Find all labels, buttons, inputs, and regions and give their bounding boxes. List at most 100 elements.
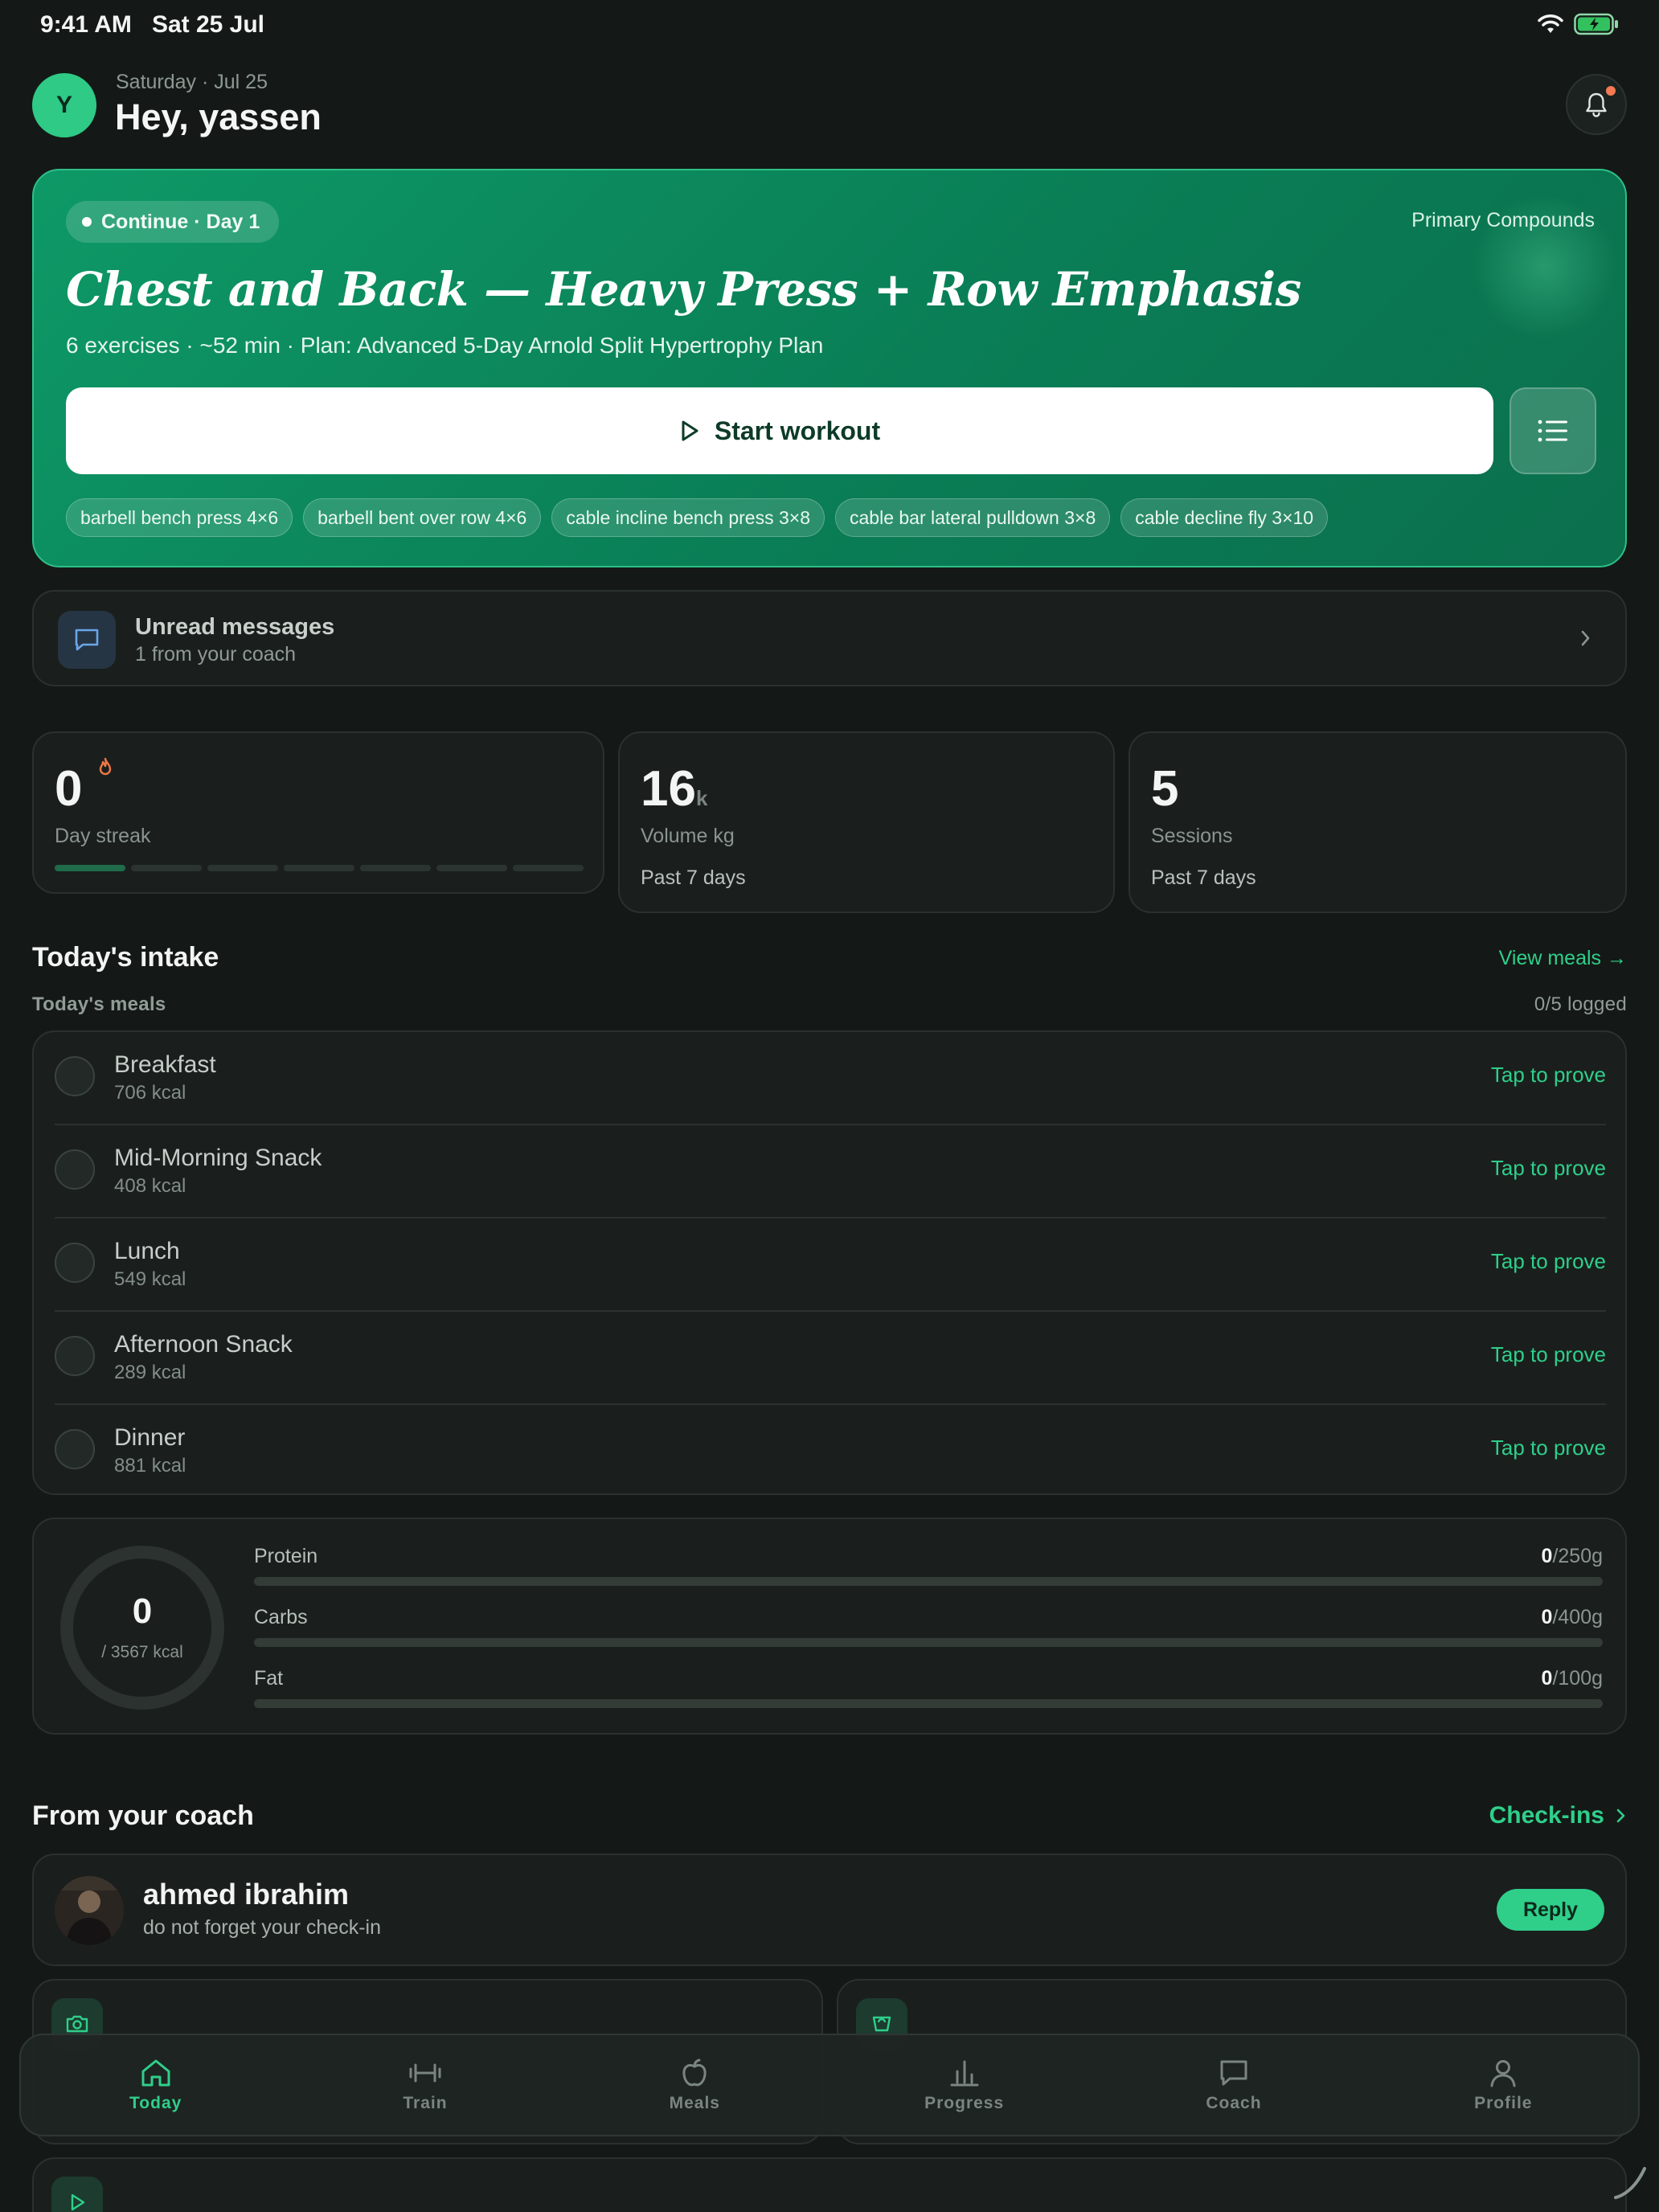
battery-charging-icon: [1574, 13, 1618, 35]
message-icon-tile: [58, 611, 116, 669]
macro-value: 0/400g: [1542, 1606, 1603, 1629]
home-icon: [141, 2059, 170, 2087]
avatar[interactable]: Y: [32, 73, 96, 137]
reply-button[interactable]: Reply: [1497, 1889, 1604, 1931]
calories-consumed: 0: [132, 1591, 153, 1631]
meal-kcal: 706 kcal: [114, 1082, 186, 1104]
macros-card: 0 / 3567 kcal Protein 0/250g Carbs 0/400…: [32, 1518, 1627, 1735]
exercise-chip[interactable]: barbell bench press 4×6: [66, 498, 293, 537]
meal-kcal: 549 kcal: [114, 1268, 186, 1290]
meal-row-mid-morning-snack[interactable]: Mid-Morning Snack 408 kcal Tap to prove: [55, 1125, 1606, 1219]
meal-checkbox[interactable]: [55, 1056, 95, 1096]
sessions-card: 5 Sessions Past 7 days: [1129, 731, 1627, 913]
meal-row-breakfast[interactable]: Breakfast 706 kcal Tap to prove: [55, 1032, 1606, 1125]
status-time-text: 9:41 AM: [40, 11, 132, 38]
meal-row-afternoon-snack[interactable]: Afternoon Snack 289 kcal Tap to prove: [55, 1312, 1606, 1405]
coach-avatar: [55, 1876, 124, 1945]
macro-label: Protein: [254, 1545, 318, 1567]
exercise-chip[interactable]: cable incline bench press 3×8: [551, 498, 825, 537]
macro-target: /100g: [1552, 1667, 1603, 1690]
bottom-tab-bar: Today Train Meals Progress Coach Profile: [19, 2034, 1640, 2136]
streak-day-bar: [360, 865, 431, 871]
meal-row-dinner[interactable]: Dinner 881 kcal Tap to prove: [55, 1405, 1606, 1498]
volume-label: Volume kg: [641, 825, 735, 847]
macro-target: /250g: [1552, 1545, 1603, 1567]
tab-meals[interactable]: Meals: [560, 2035, 830, 2135]
video-card[interactable]: [32, 2157, 1627, 2212]
coach-message-card[interactable]: ahmed ibrahim do not forget your check-i…: [32, 1854, 1627, 1966]
streak-progress: [55, 865, 584, 871]
macro-progress-track: [254, 1699, 1603, 1708]
volume-footer: Past 7 days: [641, 866, 746, 889]
meal-name: Afternoon Snack: [114, 1331, 293, 1358]
status-date-text: Sat 25 Jul: [151, 11, 265, 38]
tab-label: Profile: [1474, 2094, 1533, 2112]
streak-card: 0 Day streak: [32, 731, 604, 894]
greeting-title: Hey, yassen: [115, 96, 322, 137]
tab-label: Progress: [924, 2094, 1005, 2112]
intake-title: Today's intake: [32, 942, 219, 973]
tab-coach[interactable]: Coach: [1099, 2035, 1368, 2135]
streak-day-bar: [55, 865, 125, 871]
tab-train[interactable]: Train: [290, 2035, 559, 2135]
streak-day-bar: [436, 865, 507, 871]
notifications-button[interactable]: [1566, 74, 1627, 135]
meal-kcal: 408 kcal: [114, 1175, 186, 1197]
calories-target: / 3567 kcal: [101, 1643, 183, 1661]
tap-to-prove-button[interactable]: Tap to prove: [1491, 1342, 1606, 1367]
meal-checkbox[interactable]: [55, 1243, 95, 1283]
macro-label: Carbs: [254, 1606, 308, 1628]
meals-list: Breakfast 706 kcal Tap to prove Mid-Morn…: [32, 1030, 1627, 1495]
exercise-chip[interactable]: cable bar lateral pulldown 3×8: [835, 498, 1111, 537]
coach-section-title: From your coach: [32, 1800, 254, 1831]
check-ins-link[interactable]: Check-ins: [1489, 1802, 1627, 1829]
workout-hero-card: Continue · Day 1 Primary Compounds Chest…: [32, 169, 1627, 567]
meal-checkbox[interactable]: [55, 1149, 95, 1190]
start-workout-button[interactable]: Start workout: [66, 387, 1493, 474]
exercise-chip[interactable]: barbell bent over row 4×6: [303, 498, 542, 537]
tab-progress[interactable]: Progress: [830, 2035, 1099, 2135]
tab-label: Coach: [1206, 2094, 1262, 2112]
chat-icon: [1220, 2060, 1247, 2086]
calorie-ring: 0 / 3567 kcal: [58, 1543, 227, 1712]
macro-current: 0: [1541, 1667, 1553, 1690]
check-ins-label: Check-ins: [1489, 1802, 1604, 1829]
unread-messages-card[interactable]: Unread messages 1 from your coach: [32, 590, 1627, 686]
exercise-chip[interactable]: cable decline fly 3×10: [1120, 498, 1329, 537]
meals-heading: Today's meals: [32, 993, 166, 1015]
exercise-list-button[interactable]: [1509, 387, 1596, 474]
status-time: 9:41 AM Sat 25 Jul: [40, 11, 264, 39]
status-icons: [1537, 13, 1619, 35]
dumbbell-icon: [409, 2063, 441, 2083]
meal-checkbox[interactable]: [55, 1336, 95, 1376]
meal-row-lunch[interactable]: Lunch 549 kcal Tap to prove: [55, 1219, 1606, 1312]
meal-kcal: 289 kcal: [114, 1362, 186, 1383]
workout-title: Chest and Back — Heavy Press + Row Empha…: [66, 262, 1301, 317]
view-meals-link[interactable]: View meals →: [1499, 947, 1627, 970]
volume-card: 16k Volume kg Past 7 days: [618, 731, 1115, 913]
chevron-right-icon: [1581, 630, 1590, 646]
macro-current: 0: [1541, 1545, 1553, 1567]
sessions-value: 5: [1151, 761, 1179, 817]
sessions-label: Sessions: [1151, 825, 1233, 847]
tap-to-prove-button[interactable]: Tap to prove: [1491, 1063, 1606, 1088]
meal-checkbox[interactable]: [55, 1429, 95, 1469]
meal-name: Breakfast: [114, 1051, 216, 1078]
tap-to-prove-button[interactable]: Tap to prove: [1491, 1436, 1606, 1460]
bell-icon: [1586, 92, 1607, 117]
streak-day-bar: [284, 865, 354, 871]
unread-messages-title: Unread messages: [135, 614, 335, 640]
unread-messages-subtitle: 1 from your coach: [135, 643, 297, 666]
tab-today[interactable]: Today: [21, 2035, 290, 2135]
play-icon: [71, 2194, 85, 2211]
tap-to-prove-button[interactable]: Tap to prove: [1491, 1156, 1606, 1181]
volume-number: 16: [641, 761, 696, 817]
play-icon: [682, 420, 698, 441]
apple-icon: [682, 2058, 707, 2087]
coach-message: do not forget your check-in: [143, 1916, 381, 1939]
scroll-indicator-icon: [1614, 2167, 1646, 2199]
tab-label: Train: [403, 2094, 448, 2112]
hero-tag: Primary Compounds: [1411, 209, 1595, 231]
tab-profile[interactable]: Profile: [1369, 2035, 1638, 2135]
tap-to-prove-button[interactable]: Tap to prove: [1491, 1249, 1606, 1274]
